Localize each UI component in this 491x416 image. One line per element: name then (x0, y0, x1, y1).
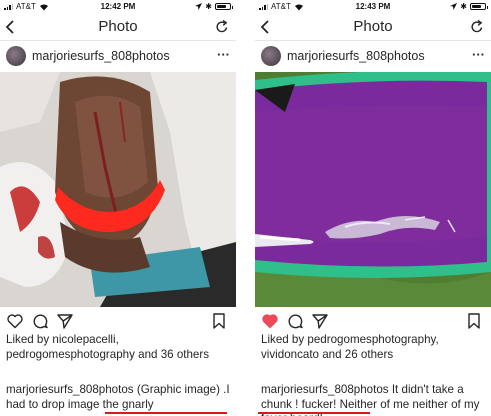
caption-username[interactable]: marjoriesurfs_808photos (6, 383, 134, 396)
post-actions (255, 312, 491, 332)
status-bar: AT&T 12:43 PM ✱ (255, 0, 491, 14)
post-username[interactable]: marjoriesurfs_808photos (32, 49, 170, 63)
post-caption: marjoriesurfs_808photos (Graphic image) … (6, 383, 230, 412)
battery-icon (215, 3, 233, 10)
bluetooth-icon: ✱ (460, 2, 467, 11)
post-photo[interactable] (0, 72, 236, 307)
nav-bar: Photo (255, 14, 491, 41)
comment-icon[interactable] (286, 312, 304, 330)
injury-photo-image (0, 72, 236, 307)
comment-icon[interactable] (31, 312, 49, 330)
caption-username[interactable]: marjoriesurfs_808photos (261, 383, 389, 396)
refresh-icon[interactable] (469, 18, 485, 36)
refresh-icon[interactable] (214, 18, 230, 36)
bluetooth-icon: ✱ (205, 2, 212, 11)
heart-icon[interactable] (6, 312, 24, 330)
page-title: Photo (353, 18, 393, 35)
battery-icon (470, 3, 488, 10)
share-icon[interactable] (56, 312, 74, 330)
avatar[interactable] (6, 46, 26, 66)
more-options-button[interactable]: ··· (217, 47, 230, 62)
post-actions (0, 312, 236, 332)
nav-bar: Photo (0, 14, 236, 41)
annotation-underline-right (258, 412, 370, 414)
share-icon[interactable] (311, 312, 329, 330)
post-photo[interactable] (255, 72, 491, 307)
likes-text[interactable]: Liked by pedrogomesphotography, vividonc… (261, 333, 485, 362)
status-bar: AT&T 12:42 PM ✱ (0, 0, 236, 14)
bookmark-icon[interactable] (465, 312, 483, 330)
heart-icon[interactable] (261, 312, 279, 330)
post-screen-left: AT&T 12:42 PM ✱ Photo marjoriesurfs_808p… (0, 0, 236, 416)
avatar[interactable] (261, 46, 281, 66)
post-screen-right: AT&T 12:43 PM ✱ Photo marjoriesurfs_808p… (255, 0, 491, 416)
location-icon (450, 3, 458, 10)
location-icon (195, 3, 203, 10)
likes-text[interactable]: Liked by nicolepacelli, pedrogomesphotog… (6, 333, 230, 362)
post-username[interactable]: marjoriesurfs_808photos (287, 49, 425, 63)
surfboard-photo-image (255, 72, 491, 307)
bookmark-icon[interactable] (210, 312, 228, 330)
page-title: Photo (98, 18, 138, 35)
more-options-button[interactable]: ··· (472, 47, 485, 62)
annotation-underline-left (105, 412, 227, 414)
post-header: marjoriesurfs_808photos ··· (0, 42, 236, 70)
post-header: marjoriesurfs_808photos ··· (255, 42, 491, 70)
